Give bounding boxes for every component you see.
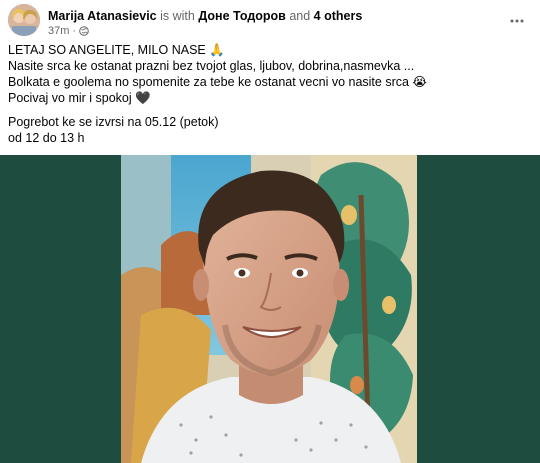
author-name[interactable]: Marija Atanasievic xyxy=(48,9,157,23)
post-meta: 37m · xyxy=(48,24,89,38)
dot-separator: · xyxy=(72,25,77,37)
post-photo[interactable] xyxy=(121,155,417,463)
tagged-person-link[interactable]: Доне Тодоров xyxy=(198,9,286,23)
post-photo-area xyxy=(0,155,540,463)
globe-icon[interactable] xyxy=(79,26,89,36)
post-text-line: Pocivaj vo mir i spokoj 🖤 xyxy=(8,91,151,105)
post-text-line: LETAJ SO ANGELITE, MILO NASE 🙏 xyxy=(8,43,225,57)
post-text-line: od 12 do 13 h xyxy=(8,131,85,145)
post-time[interactable]: 37m xyxy=(48,24,69,38)
post-text: LETAJ SO ANGELITE, MILO NASE 🙏 Nasite sr… xyxy=(8,42,532,146)
post-header: Marija Atanasievic is with Доне Тодоров … xyxy=(8,4,532,40)
author-avatar[interactable] xyxy=(8,4,40,36)
facebook-post: Marija Atanasievic is with Доне Тодоров … xyxy=(0,0,540,463)
post-text-line: Pogrebot ke se izvrsi na 05.12 (petok) xyxy=(8,115,219,129)
post-text-line: Bolkata e goolema no spomenite za tebe k… xyxy=(8,75,428,89)
others-link[interactable]: 4 others xyxy=(314,9,363,23)
more-options-icon xyxy=(510,10,524,28)
author-line: Marija Atanasievic is with Доне Тодоров … xyxy=(48,8,362,24)
more-options-button[interactable] xyxy=(504,6,530,32)
and-text: and xyxy=(289,9,311,23)
with-text: is with xyxy=(160,9,195,23)
post-text-line: Nasite srca ke ostanat prazni bez tvojot… xyxy=(8,59,415,73)
